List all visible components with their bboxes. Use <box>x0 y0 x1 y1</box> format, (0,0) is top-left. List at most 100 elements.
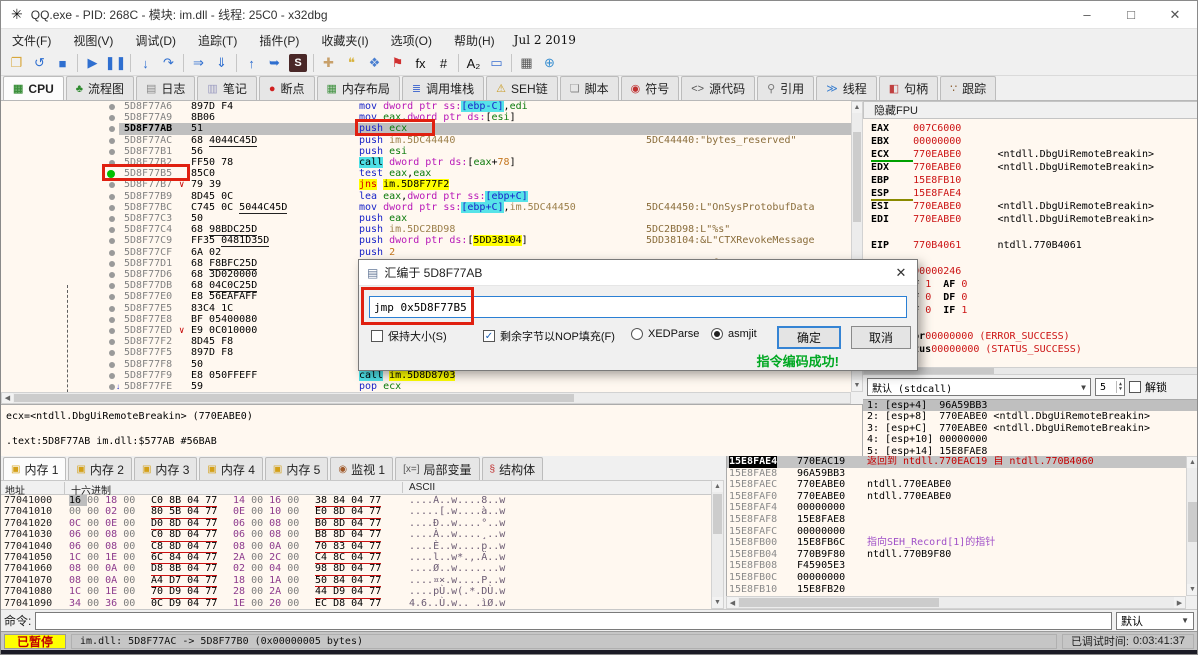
register-row[interactable]: ESI 770EABE0 <ntdll.DbgUiRemoteBreakin> <box>871 200 1154 213</box>
menu-debug[interactable]: 调试(D) <box>124 32 187 49</box>
execute-till-return-icon[interactable]: ⇒ <box>187 52 210 74</box>
disasm-row[interactable]: 5D8F77CF 6A 02 push 2 <box>1 247 851 259</box>
calling-convention-select[interactable]: 默认 (stdcall) ▼ <box>867 378 1091 396</box>
instruction-dot-icon[interactable] <box>109 272 115 278</box>
dump-tab-memory-5[interactable]: ▣ 内存 5 <box>264 457 329 480</box>
hide-fpu-button[interactable]: 隐藏FPU <box>863 101 1197 119</box>
globe-icon[interactable]: ⊕ <box>538 52 561 74</box>
dump-tab-locals[interactable]: [x=] 局部变量 <box>395 457 480 480</box>
instruction-dot-icon[interactable] <box>109 316 115 323</box>
instruction-dot-icon[interactable] <box>109 238 115 245</box>
labels-icon[interactable]: ❖ <box>363 52 386 74</box>
tab-breakpoints[interactable]: ● 断点 <box>258 76 315 100</box>
pause-icon[interactable]: ❚❚ <box>104 52 127 74</box>
dialog-title-bar[interactable]: ▤ 汇编于 5D8F77AB ✕ <box>359 260 917 286</box>
step-out-down-icon[interactable]: ⇓ <box>210 52 233 74</box>
assemble-instruction-input[interactable] <box>369 296 907 318</box>
register-row[interactable]: ESP 15E8FAE4 <box>871 187 961 201</box>
tab-call-stack[interactable]: ≣ 调用堆栈 <box>401 76 485 100</box>
instruction-dot-icon[interactable] <box>109 104 115 110</box>
memory-dump-pane[interactable]: 77041000 16 00 18 00 C0 8B 04 77 14 00 16 0… <box>1 495 711 609</box>
disasm-row[interactable]: 5D8F77AC 68 4044C45D push im.5DC44440 5DC44… <box>1 134 851 147</box>
scroll-right-arrow[interactable]: ▶ <box>1174 597 1185 608</box>
stack-arg-row[interactable]: 5: [esp+14] 15E8FAE8 <box>863 446 1197 456</box>
instruction-dot-icon[interactable] <box>109 339 115 346</box>
tab-log[interactable]: ▤ 日志 <box>135 76 196 100</box>
register-row[interactable]: ECX 770EABE0 <ntdll.DbgUiRemoteBreakin> <box>871 148 1154 162</box>
disasm-row[interactable]: 5D8F77A6 897D F4 mov dword ptr ss:[ebp-C],… <box>1 101 851 113</box>
stack-arg-row[interactable]: 3: [esp+C] 770EABE0 <ntdll.DbgUiRemoteBr… <box>863 423 1197 434</box>
menu-favourites[interactable]: 收藏夹(I) <box>310 32 379 49</box>
unlock-checkbox[interactable] <box>1129 381 1141 393</box>
dump-tab-watch-1[interactable]: ◉ 监视 1 <box>330 457 394 480</box>
disasm-row[interactable]: 5D8F77B2 FF50 78 call dword ptr ds:[eax+78… <box>1 157 851 169</box>
dialog-close-icon[interactable]: ✕ <box>885 265 917 281</box>
keep-size-checkbox[interactable]: 保持大小(S) <box>371 328 447 344</box>
tab-cpu[interactable]: ▦ CPU <box>3 76 64 100</box>
stack-row[interactable]: 15E8FAFC 00000000 <box>727 526 1186 538</box>
stack-pane[interactable]: 15E8FAE4 770EAC19 返回到 ntdll.770EAC19 自 ntd… <box>726 456 1186 596</box>
scroll-down-arrow[interactable]: ▼ <box>1187 584 1197 595</box>
function-icon[interactable]: fx <box>409 52 432 74</box>
register-row[interactable]: EAX 007C6000 <box>871 122 961 135</box>
asmjit-radio[interactable]: asmjit <box>711 328 757 340</box>
scroll-thumb[interactable] <box>739 598 939 607</box>
step-into-icon[interactable]: ↓ <box>134 52 157 74</box>
disasm-row[interactable]: 5D8F77C9 FF35 0481D35D push dword ptr ds:[… <box>1 235 851 248</box>
stack-arg-row[interactable]: 4: [esp+10] 00000000 <box>863 434 1197 445</box>
tab-graph[interactable]: ♣ 流程图 <box>65 76 134 100</box>
instruction-dot-icon[interactable] <box>109 160 115 166</box>
register-row[interactable]: EDI 770EABE0 <ntdll.DbgUiRemoteBreakin> <box>871 213 1154 226</box>
scroll-down-arrow[interactable]: ▼ <box>852 380 862 391</box>
dump-tab-memory-4[interactable]: ▣ 内存 4 <box>199 457 263 480</box>
scroll-thumb[interactable] <box>853 132 861 222</box>
bookmarks-icon[interactable]: ⚑ <box>386 52 409 74</box>
tab-references[interactable]: ⚲ 引用 <box>757 76 815 100</box>
instruction-dot-icon[interactable] <box>109 193 115 200</box>
run-icon[interactable]: ▶ <box>81 52 104 74</box>
instruction-dot-icon[interactable] <box>109 227 115 234</box>
minimize-button[interactable]: – <box>1065 1 1109 28</box>
disasm-row[interactable]: 5D8F77B1 56 push esi <box>1 146 851 158</box>
run-to-user-code-icon[interactable]: ➥ <box>263 52 286 74</box>
disasm-row[interactable]: 5D8F77BC C745 0C 5044C45D mov dword ptr ss… <box>1 201 851 214</box>
stepper-arrows-icon[interactable]: ▲ ▼ <box>1115 381 1124 393</box>
step-out-icon[interactable]: ↑ <box>240 52 263 74</box>
stack-row[interactable]: 15E8FB00 15E8FB6C 指向SEH_Record[1]的指针 <box>727 537 1186 549</box>
step-over-icon[interactable]: ↷ <box>157 52 180 74</box>
window-icon[interactable]: ▭ <box>485 52 508 74</box>
instruction-dot-icon[interactable] <box>109 372 115 379</box>
instruction-dot-icon[interactable] <box>109 115 115 122</box>
instruction-dot-icon[interactable] <box>109 328 115 334</box>
strings-icon[interactable]: S <box>289 54 307 72</box>
tab-threads[interactable]: ≫ 线程 <box>816 76 877 100</box>
instruction-dot-icon[interactable] <box>109 260 115 267</box>
instruction-dot-icon[interactable] <box>109 204 115 211</box>
instruction-dot-icon[interactable] <box>109 148 115 155</box>
menu-options[interactable]: 选项(O) <box>380 32 443 49</box>
tab-script[interactable]: ❏ 脚本 <box>559 76 619 100</box>
instruction-dot-icon[interactable] <box>109 305 115 312</box>
stop-icon[interactable]: ■ <box>51 52 74 74</box>
register-row[interactable]: EBX 00000000 <box>871 135 961 148</box>
menu-plugins[interactable]: 插件(P) <box>248 32 310 49</box>
tab-handles[interactable]: ◧ 句柄 <box>878 76 939 100</box>
instruction-dot-icon[interactable] <box>109 182 115 189</box>
disasm-row[interactable]: 5D8F77B5 85C0 test eax,eax <box>1 168 851 180</box>
stack-row[interactable]: 15E8FB0C 00000000 <box>727 572 1186 584</box>
tab-notes[interactable]: ▥ 笔记 <box>197 76 257 100</box>
tab-source[interactable]: <> 源代码 <box>681 76 756 100</box>
stack-row[interactable]: 15E8FB10 15E8FB20 <box>727 584 1186 596</box>
scroll-thumb[interactable] <box>1188 502 1197 542</box>
calculator-icon[interactable]: ▦ <box>515 52 538 74</box>
instruction-dot-icon[interactable] <box>109 283 115 290</box>
stack-arg-row[interactable]: 2: [esp+8] 770EABE0 <ntdll.DbgUiRemoteBr… <box>863 411 1197 422</box>
stack-row[interactable]: 15E8FB08 F45905E3 <box>727 560 1186 572</box>
command-input[interactable] <box>35 611 1112 630</box>
disasm-row[interactable]: 5D8F77B9 8D45 0C lea eax,dword ptr ss:[ebp… <box>1 190 851 203</box>
disasm-row[interactable]: 5D8F77C4 68 98BDC25D push im.5DC2BD98 5DC2B… <box>1 224 851 237</box>
dump-tab-memory-1[interactable]: ▣ 内存 1 <box>3 457 67 480</box>
cancel-button[interactable]: 取消 <box>851 326 911 349</box>
snowman-icon[interactable]: # <box>432 52 455 74</box>
comments-icon[interactable]: ❝ <box>340 52 363 74</box>
